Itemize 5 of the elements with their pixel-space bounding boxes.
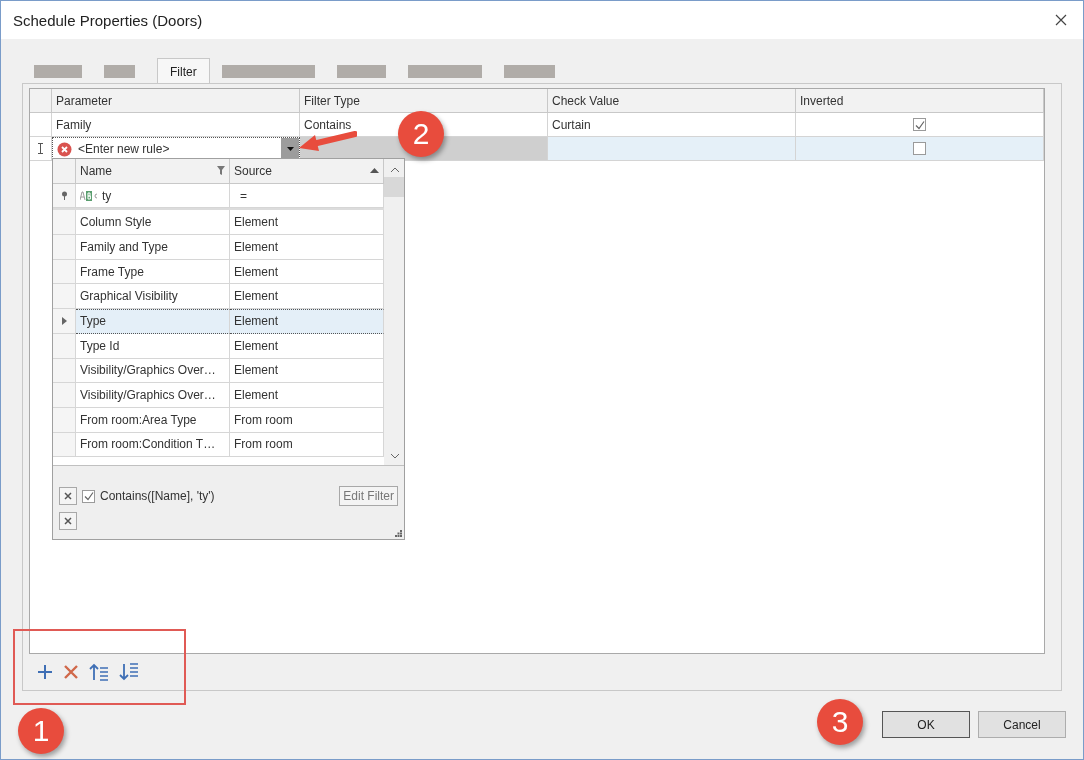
step-badge: 1: [18, 708, 64, 754]
window-title: Schedule Properties (Doors): [13, 11, 203, 29]
step-badge: 3: [817, 699, 863, 745]
dropdown-text: <Enter new rule>: [78, 142, 170, 156]
filter-expression: Contains([Name], 'ty'): [100, 489, 215, 503]
